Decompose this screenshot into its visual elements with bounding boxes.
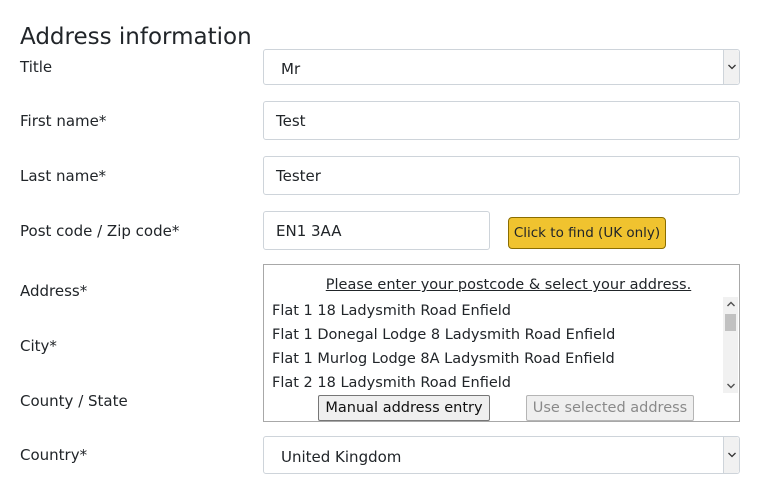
- chevron-down-icon[interactable]: [723, 437, 739, 473]
- manual-address-entry-button[interactable]: Manual address entry: [318, 395, 490, 421]
- address-lookup-panel: Please enter your postcode & select your…: [263, 264, 740, 422]
- scrollbar-thumb[interactable]: [725, 314, 736, 331]
- address-result-item[interactable]: Flat 2 18 Ladysmith Road Enfield: [272, 371, 722, 395]
- first-name-label: First name*: [20, 112, 107, 130]
- country-select-value: United Kingdom: [281, 447, 402, 466]
- address-label: Address*: [20, 282, 88, 300]
- country-label: Country*: [20, 446, 88, 464]
- address-result-item[interactable]: Flat 1 Donegal Lodge 8 Ladysmith Road En…: [272, 323, 722, 347]
- address-results-scrollbar[interactable]: [723, 297, 738, 393]
- postcode-value: EN1 3AA: [276, 221, 342, 240]
- title-select-value: Mr: [281, 59, 301, 78]
- title-label: Title: [20, 58, 53, 76]
- chevron-down-icon[interactable]: [723, 50, 739, 84]
- address-result-item[interactable]: Flat 1 Murlog Lodge 8A Ladysmith Road En…: [272, 347, 722, 371]
- postcode-label: Post code / Zip code*: [20, 222, 180, 240]
- last-name-label: Last name*: [20, 167, 107, 185]
- county-label: County / State: [20, 392, 128, 410]
- address-lookup-hint: Please enter your postcode & select your…: [325, 277, 692, 293]
- first-name-value: Test: [276, 111, 306, 130]
- find-address-button[interactable]: Click to find (UK only): [508, 217, 666, 249]
- section-title: Address information: [20, 24, 252, 51]
- address-result-item[interactable]: Flat 1 18 Ladysmith Road Enfield: [272, 299, 722, 323]
- chevron-up-icon[interactable]: [723, 297, 738, 311]
- postcode-input[interactable]: EN1 3AA: [263, 211, 490, 250]
- last-name-value: Tester: [276, 166, 321, 185]
- country-select[interactable]: United Kingdom: [263, 436, 740, 474]
- chevron-down-icon[interactable]: [723, 379, 738, 393]
- first-name-input[interactable]: Test: [263, 101, 740, 140]
- city-label: City*: [20, 337, 57, 355]
- last-name-input[interactable]: Tester: [263, 156, 740, 195]
- use-selected-address-button[interactable]: Use selected address: [526, 395, 694, 421]
- address-results-list[interactable]: Flat 1 18 Ladysmith Road Enfield Flat 1 …: [272, 299, 722, 395]
- title-select[interactable]: Mr: [263, 49, 740, 85]
